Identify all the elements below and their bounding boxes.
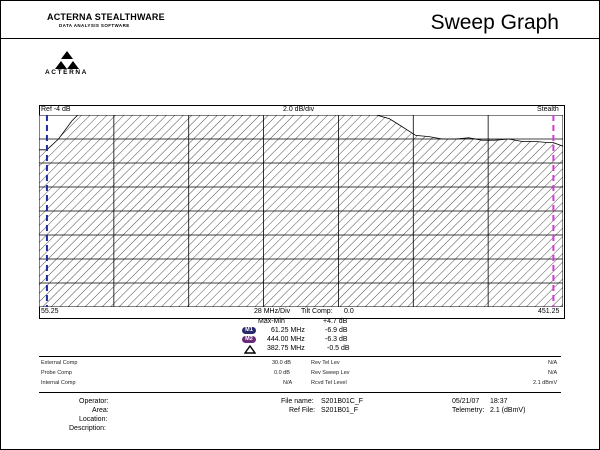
- sweep-graph-report: ACTERNA STEALTHWARE DATA ANALYSIS SOFTWA…: [0, 0, 600, 450]
- area-label: Area:: [92, 407, 109, 414]
- page-title: Sweep Graph: [430, 11, 559, 34]
- sweep-area: [39, 115, 563, 307]
- brand-subtitle: DATA ANALYSIS SOFTWARE: [59, 23, 130, 28]
- delta-icon: [244, 345, 256, 354]
- report-time: 18:37: [490, 398, 508, 405]
- marker-1-frequency: 61.25 MHz: [271, 327, 305, 334]
- span-label: 28 MHz/Div: [254, 308, 291, 315]
- internal-comp-label: Internal Comp: [41, 380, 76, 386]
- acterna-logo-icon: [55, 51, 79, 69]
- rev-sweep-lev-value: N/A: [548, 370, 558, 376]
- brand-title: ACTERNA STEALTHWARE: [47, 12, 165, 22]
- report-date: 05/21/07: [452, 398, 480, 405]
- rcvd-tel-level-label: Rcvd Tel Level: [311, 380, 347, 386]
- mode-label: Stealth: [537, 106, 559, 113]
- external-comp-label: External Comp: [41, 360, 78, 366]
- start-frequency: 55.25: [41, 308, 59, 315]
- delta-level: -0.5 dB: [327, 345, 350, 352]
- probe-comp-value: 0.0 dB: [274, 370, 290, 376]
- file-name-value: S201B01C_F: [321, 398, 364, 405]
- info-divider-bottom: [39, 392, 561, 393]
- sweep-plot: [39, 115, 563, 307]
- internal-comp-value: N/A: [283, 380, 293, 386]
- telemetry-label: Telemetry:: [452, 407, 485, 414]
- marker-1-level: -6.9 dB: [325, 327, 348, 334]
- operator-label: Operator:: [79, 398, 109, 405]
- ref-level-label: Ref -4 dB: [41, 106, 71, 113]
- telemetry-value: 2.1 (dBmV): [490, 407, 526, 414]
- scale-label: 2.0 dB/div: [283, 106, 315, 113]
- maxmin-value: +4.7 dB: [323, 318, 348, 325]
- file-name-label: File name:: [281, 398, 314, 405]
- marker-2-badge: M2: [242, 335, 256, 344]
- probe-comp-label: Probe Comp: [41, 370, 72, 376]
- tilt-comp-value: 0.0: [344, 308, 354, 315]
- marker-1-badge: M1: [242, 326, 256, 335]
- rev-tel-lev-label: Rev Tel Lev: [311, 360, 340, 366]
- header-divider: [1, 38, 599, 39]
- marker-2-frequency: 444.00 MHz: [267, 336, 305, 343]
- delta-frequency: 382.75 MHz: [267, 345, 305, 352]
- description-label: Description:: [69, 425, 106, 432]
- logo-text: ACTERNA: [45, 69, 88, 76]
- rev-tel-lev-value: N/A: [548, 360, 558, 366]
- stop-frequency: 451.25: [538, 308, 560, 315]
- tilt-comp-label: Tilt Comp:: [301, 308, 333, 315]
- marker-2-level: -6.3 dB: [325, 336, 348, 343]
- rev-sweep-lev-label: Rev Sweep Lev: [311, 370, 350, 376]
- location-label: Location:: [79, 416, 108, 423]
- rcvd-tel-level-value: 2.1 dBmV: [533, 380, 558, 386]
- external-comp-value: 30.0 dB: [272, 360, 291, 366]
- info-divider-top: [39, 356, 561, 357]
- ref-file-value: S201B01_F: [321, 407, 358, 414]
- maxmin-label: Max-Min: [258, 318, 285, 325]
- ref-file-label: Ref File:: [289, 407, 316, 414]
